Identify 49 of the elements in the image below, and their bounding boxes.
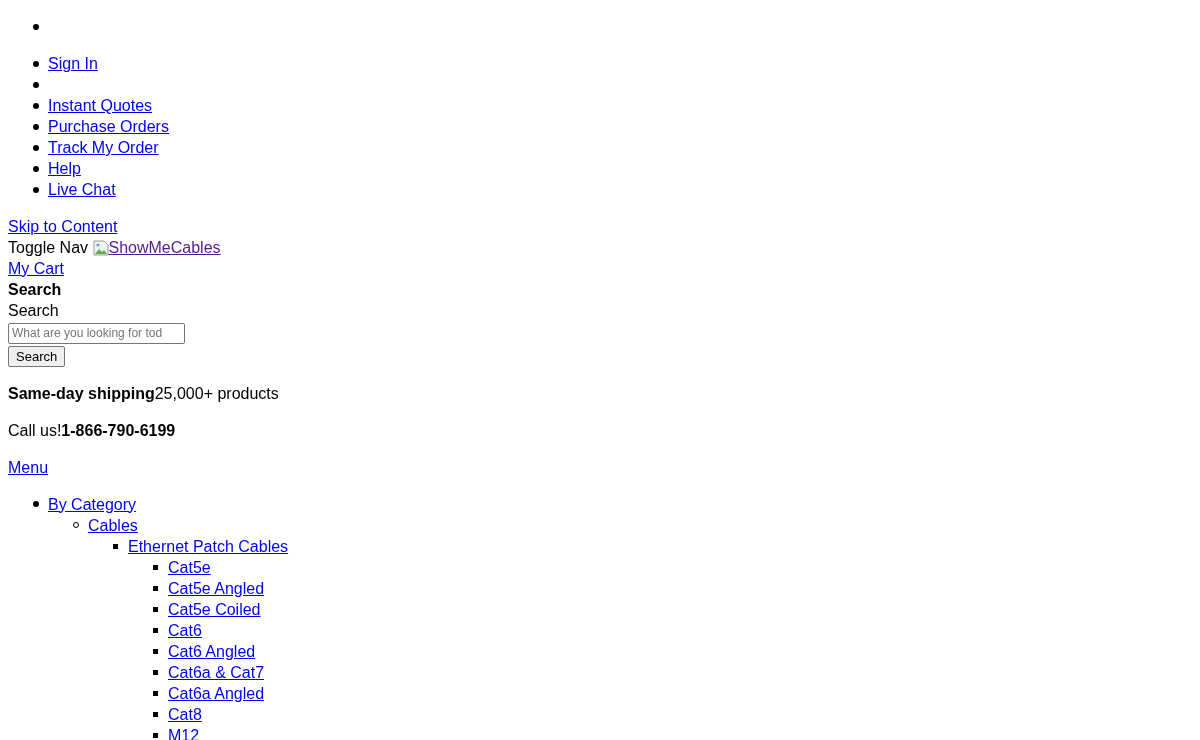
category-link[interactable]: Cat6a & Cat7 [168, 661, 265, 683]
search-button[interactable]: Search [8, 345, 66, 367]
category-link[interactable]: Cat5e Angled [168, 577, 265, 599]
search-field[interactable]: What are you looking for tod [8, 322, 185, 344]
nav-link[interactable]: Help [48, 158, 81, 179]
bullet-icon [153, 627, 158, 633]
cart-link[interactable]: My Cart [8, 260, 64, 277]
bullet-icon [113, 543, 118, 549]
category-link[interactable]: Cables [88, 514, 138, 536]
category-link[interactable]: Cat6a Angled [168, 682, 265, 704]
logo-link[interactable]: ShowMeCables [92, 237, 221, 258]
nav-link[interactable]: Track My Order [48, 137, 159, 158]
bullet-icon [153, 606, 158, 612]
category-link[interactable]: Cat5e [168, 556, 211, 578]
bullet-icon [33, 165, 39, 172]
search-label: Search [8, 301, 60, 321]
bullet-icon [153, 711, 158, 717]
category-link[interactable]: M12 [168, 724, 200, 740]
bullet-icon [153, 648, 158, 654]
bullet-icon [153, 732, 158, 738]
bullet-icon [153, 585, 158, 591]
skip-link[interactable]: Skip to Content [8, 218, 118, 235]
bullet-icon [33, 102, 39, 109]
category-link[interactable]: Cat5e Coiled [168, 598, 261, 620]
category-link[interactable]: Cat6 Angled [168, 640, 256, 662]
category-link[interactable]: By Category [48, 493, 137, 515]
bullet-icon [33, 23, 39, 30]
shipping-text: Same-day shipping25,000+ products [8, 383, 280, 404]
bullet-icon [33, 186, 39, 193]
nav-link[interactable]: Sign In [48, 53, 98, 74]
menu-link[interactable]: Menu [8, 458, 49, 476]
bullet-icon [33, 81, 39, 88]
bullet-icon [153, 564, 158, 570]
nav-link[interactable]: Purchase Orders [48, 116, 169, 137]
category-link[interactable]: Ethernet Patch Cables [128, 535, 289, 557]
category-link[interactable]: Cat8 [168, 703, 202, 725]
bullet-icon [33, 60, 39, 67]
nav-link[interactable]: Instant Quotes [48, 95, 153, 116]
broken-image-icon [92, 239, 109, 256]
search-heading: Search [8, 280, 63, 300]
nav-link[interactable]: Live Chat [48, 179, 116, 200]
bullet-icon [153, 669, 158, 675]
category-link[interactable]: Cat6 [168, 619, 202, 641]
call-us-text: Call us!1-866-790-6199 [8, 420, 177, 441]
bullet-icon [153, 690, 158, 696]
bullet-icon [33, 123, 39, 130]
toggle-nav-label[interactable]: Toggle Nav [8, 237, 89, 258]
bullet-icon [33, 144, 39, 151]
bullet-icon [33, 501, 39, 507]
